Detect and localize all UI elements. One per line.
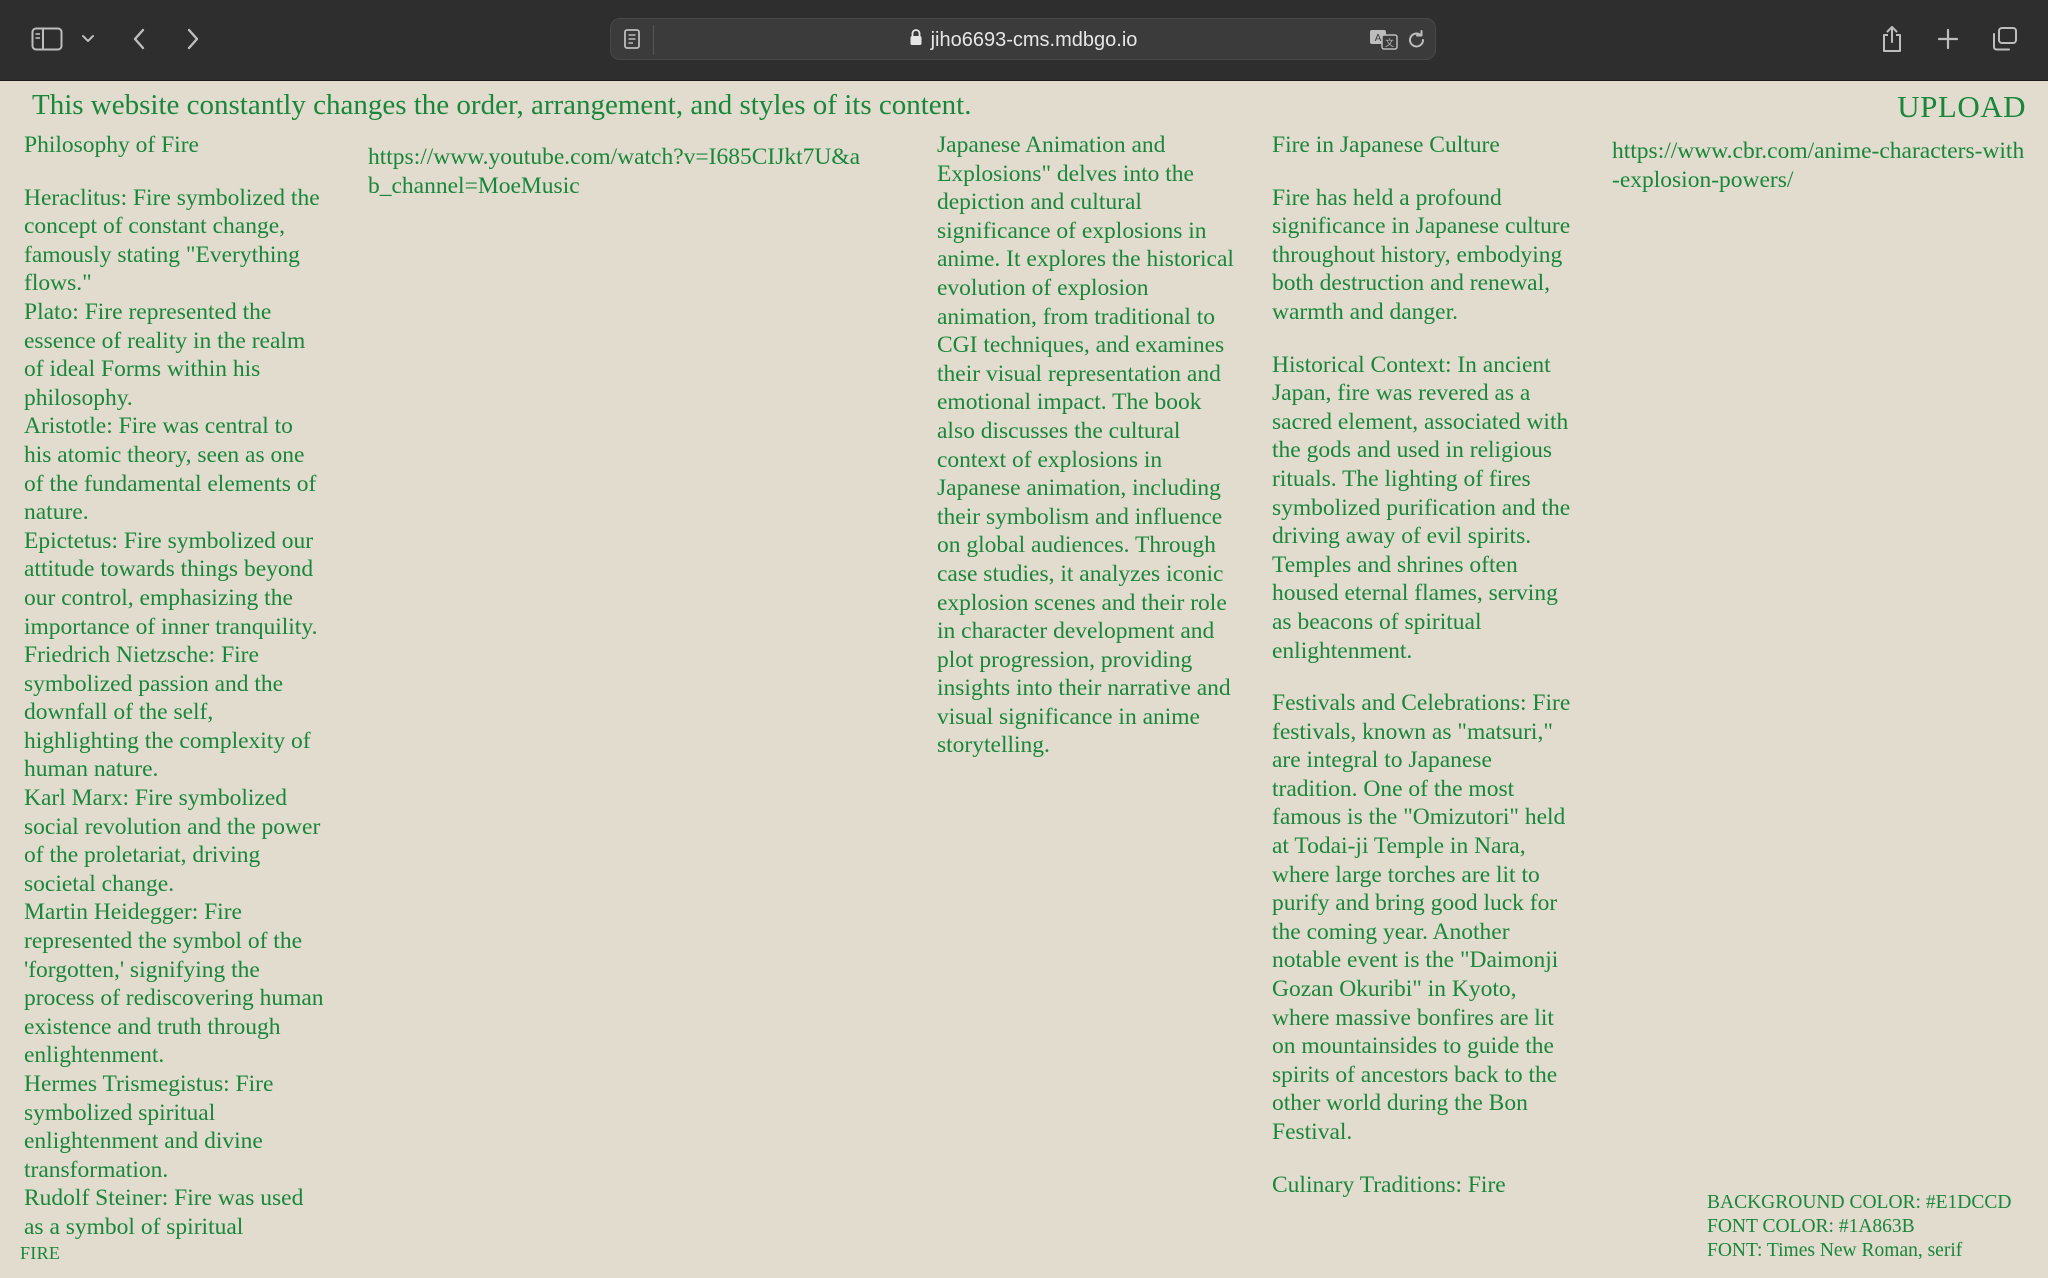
page-banner: This website constantly changes the orde…	[32, 89, 972, 121]
tab-overview-icon[interactable]	[1990, 20, 2020, 58]
fire-tag: FIRE	[20, 1243, 61, 1263]
address-center: jiho6693-cms.mdbgo.io	[611, 19, 1435, 61]
philosophy-title: Philosophy of Fire	[24, 132, 199, 158]
lock-icon	[909, 28, 923, 52]
philosophy-entry: Martin Heidegger: Fire represented the s…	[24, 899, 324, 1069]
philosophy-column: Philosophy of Fire Heraclitus: Fire symb…	[24, 131, 324, 1242]
philosophy-entry: Plato: Fire represented the essence of r…	[24, 298, 306, 411]
cbr-column: https://www.cbr.com/anime-characters-wit…	[1612, 137, 2032, 194]
background-color-info: BACKGROUND COLOR: #E1DCCD	[1707, 1192, 2012, 1213]
culture-paragraph: Fire has held a profound significance in…	[1272, 184, 1571, 325]
philosophy-entry: Aristotle: Fire was central to his atomi…	[24, 413, 317, 526]
share-icon[interactable]	[1878, 20, 1906, 58]
philosophy-entry: Rudolf Steiner: Fire was used as a symbo…	[24, 1185, 304, 1240]
new-tab-icon[interactable]	[1934, 20, 1962, 58]
philosophy-entry: Epictetus: Fire symbolized our attitude …	[24, 527, 318, 640]
forward-icon[interactable]	[180, 20, 206, 58]
philosophy-entry: Heraclitus: Fire symbolized the concept …	[24, 184, 320, 297]
font-color-info: FONT COLOR: #1A863B	[1707, 1216, 1915, 1237]
font-info: FONT: Times New Roman, serif	[1707, 1240, 1963, 1261]
philosophy-entry: Friedrich Nietzsche: Fire symbolized pas…	[24, 642, 311, 783]
culture-paragraph: Historical Context: In ancient Japan, fi…	[1272, 351, 1571, 664]
anime-description: Japanese Animation and Explosions" delve…	[937, 132, 1234, 759]
culture-paragraph: Culinary Traditions: Fire	[1272, 1171, 1506, 1198]
translate-icon[interactable]: A文	[1369, 28, 1399, 55]
culture-paragraph: Festivals and Celebrations: Fire festiva…	[1272, 690, 1571, 1145]
japanese-culture-column: Fire in Japanese Culture Fire has held a…	[1272, 131, 1572, 1223]
url-text: jiho6693-cms.mdbgo.io	[930, 28, 1138, 51]
back-icon[interactable]	[126, 20, 152, 58]
browser-toolbar: jiho6693-cms.mdbgo.io A文	[0, 0, 2048, 81]
style-info: BACKGROUND COLOR: #E1DCCD FONT COLOR: #1…	[1707, 1191, 2011, 1263]
cbr-link[interactable]: https://www.cbr.com/anime-characters-wit…	[1612, 138, 2024, 193]
svg-text:A: A	[1375, 33, 1382, 44]
web-page: This website constantly changes the orde…	[0, 81, 2048, 1278]
upload-button[interactable]: UPLOAD	[1897, 89, 2026, 125]
philosophy-entry: Hermes Trismegistus: Fire symbolized spi…	[24, 1071, 274, 1183]
youtube-link[interactable]: https://www.youtube.com/watch?v=I685CIJk…	[368, 144, 860, 199]
japanese-culture-title: Fire in Japanese Culture	[1272, 132, 1500, 158]
sidebar-toggle-icon[interactable]	[28, 20, 66, 58]
chevron-down-icon[interactable]	[78, 20, 98, 58]
philosophy-entry: Karl Marx: Fire symbolized social revolu…	[24, 785, 321, 897]
anime-column: Japanese Animation and Explosions" delve…	[937, 131, 1237, 760]
address-bar[interactable]: jiho6693-cms.mdbgo.io A文	[610, 18, 1436, 60]
reload-icon[interactable]	[1407, 29, 1427, 56]
youtube-column: https://www.youtube.com/watch?v=I685CIJk…	[368, 143, 868, 200]
svg-text:文: 文	[1385, 37, 1394, 49]
